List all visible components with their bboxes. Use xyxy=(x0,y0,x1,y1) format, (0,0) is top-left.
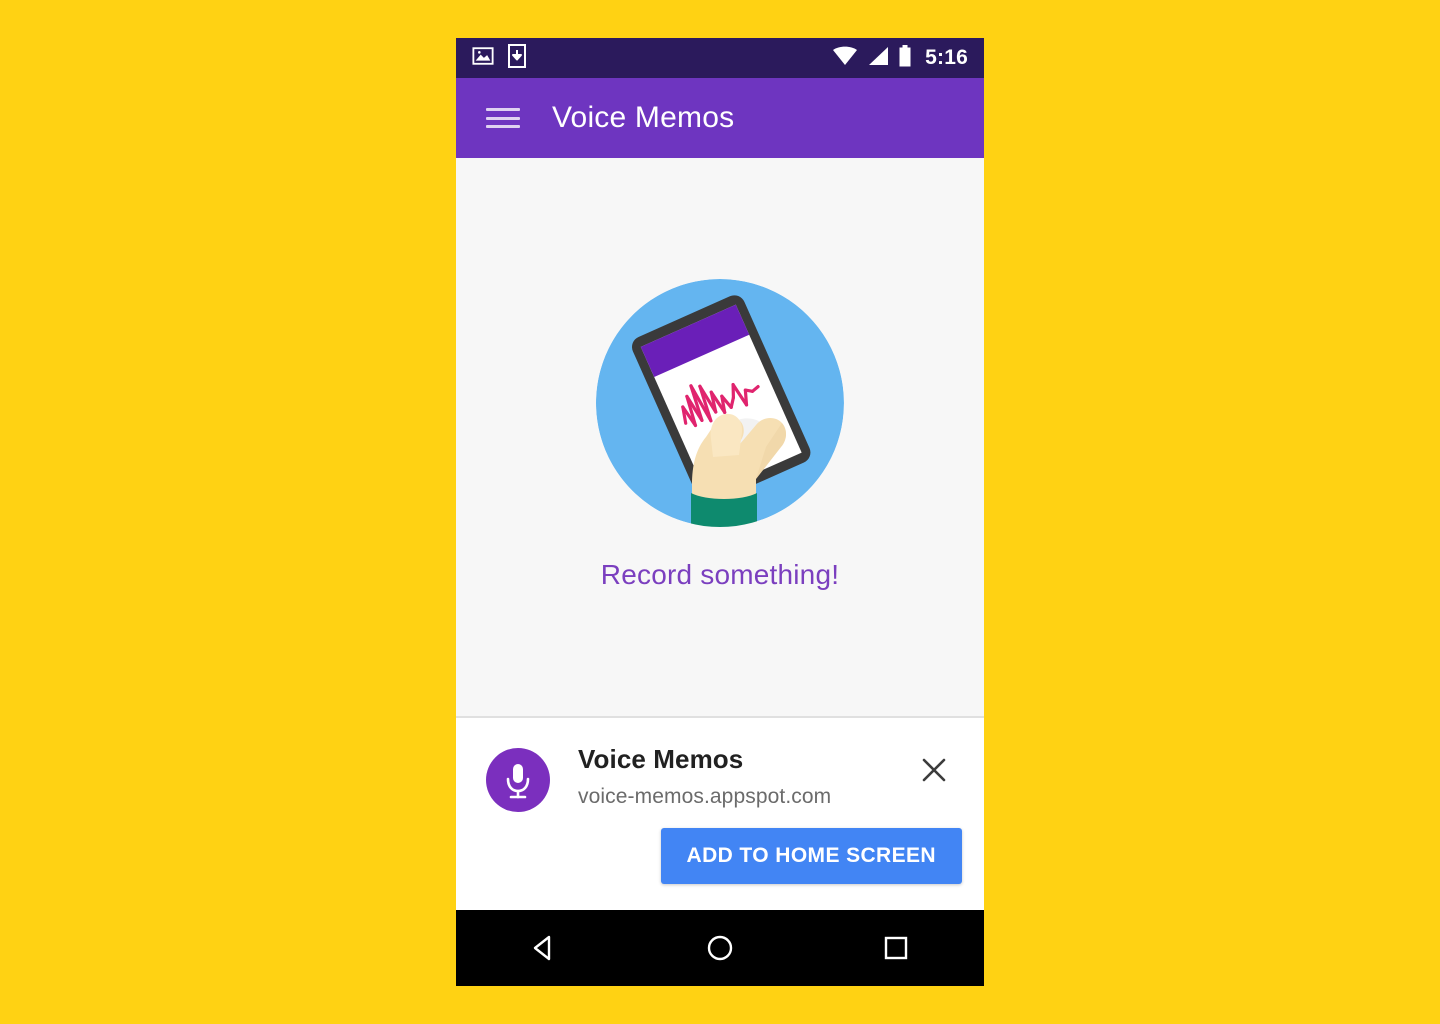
image-icon xyxy=(472,45,494,72)
content-area: Record something! xyxy=(456,158,984,718)
recents-button[interactable] xyxy=(861,918,931,978)
cellular-signal-icon xyxy=(867,46,889,71)
status-bar-clock: 5:16 xyxy=(925,46,968,69)
download-to-device-icon xyxy=(508,43,526,73)
status-bar: 5:16 xyxy=(456,38,984,78)
add-to-home-screen-button[interactable]: ADD TO HOME SCREEN xyxy=(660,828,962,884)
add-to-home-screen-banner: Voice Memos voice-memos.appspot.com ADD … xyxy=(456,718,984,910)
microphone-icon xyxy=(486,748,550,812)
hand-holding-phone-recording-illustration xyxy=(595,279,844,527)
phone-screen: 5:16 Voice Memos Record something! Voice… xyxy=(456,38,984,986)
back-button[interactable] xyxy=(509,918,579,978)
status-bar-left-icons xyxy=(472,43,526,73)
status-bar-right-icons: 5:16 xyxy=(832,44,968,72)
battery-icon xyxy=(898,44,912,72)
banner-text-block: Voice Memos voice-memos.appspot.com xyxy=(578,744,914,809)
hamburger-menu-icon[interactable] xyxy=(486,103,524,133)
home-button[interactable] xyxy=(685,918,755,978)
banner-app-name: Voice Memos xyxy=(578,744,744,774)
banner-app-url: voice-memos.appspot.com xyxy=(578,785,832,808)
close-icon[interactable] xyxy=(914,750,954,790)
app-bar: Voice Memos xyxy=(456,78,984,158)
wifi-icon xyxy=(832,46,858,71)
android-navigation-bar xyxy=(456,910,984,986)
app-title: Voice Memos xyxy=(552,101,735,134)
empty-state-message: Record something! xyxy=(600,559,840,590)
